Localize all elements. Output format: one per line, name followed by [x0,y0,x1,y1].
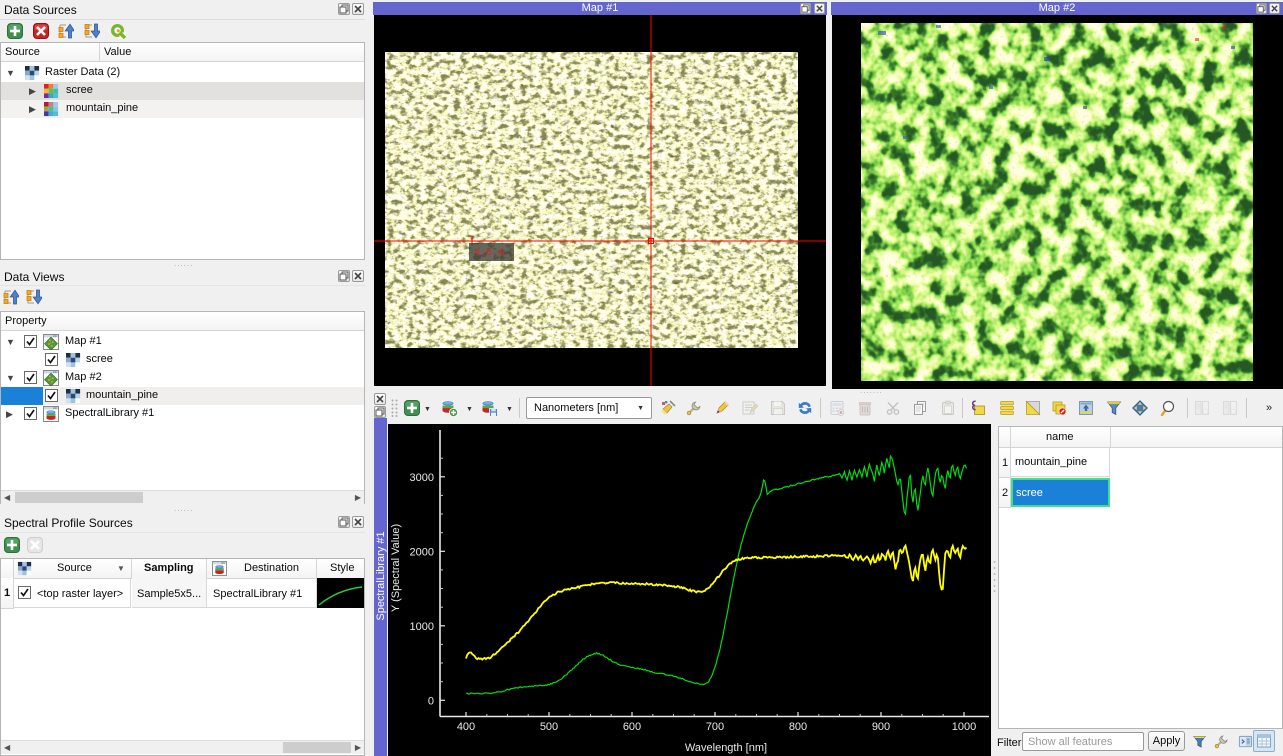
svg-text:Wavelength [nm]: Wavelength [nm] [685,742,767,754]
svg-text:SpectralLibrary #1: SpectralLibrary #1 [375,531,387,620]
svg-text:2000: 2000 [410,546,434,558]
svg-text:1000: 1000 [410,621,434,633]
svg-text:500: 500 [540,721,558,733]
svg-text:600: 600 [623,721,641,733]
svg-text:900: 900 [872,721,890,733]
svg-text:4.5 m: 4.5 m [474,248,504,259]
svg-text:700: 700 [706,721,724,733]
svg-text:400: 400 [457,721,475,733]
svg-text:3000: 3000 [410,472,434,484]
svg-text:Y (Spectral Value): Y (Spectral Value) [390,524,402,612]
svg-text:0: 0 [428,695,434,707]
svg-text:800: 800 [789,721,807,733]
svg-text:1000: 1000 [952,721,976,733]
